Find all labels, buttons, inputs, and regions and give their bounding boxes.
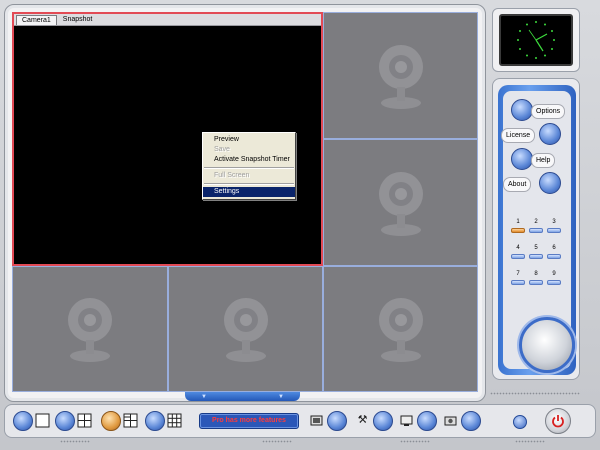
menu-item-full-screen[interactable]: Full Screen	[203, 171, 295, 181]
bottom-toolbar: Pro has more features ⚒	[4, 404, 596, 438]
monitor-icon	[400, 415, 413, 426]
license-button[interactable]	[539, 123, 561, 145]
power-icon	[552, 415, 564, 428]
camera-select-7[interactable]	[511, 280, 525, 285]
snapshot-button[interactable]	[461, 411, 481, 431]
menu-item-save[interactable]: Save	[203, 145, 295, 155]
clock-face-icon	[517, 21, 555, 59]
camera-view-6[interactable]	[323, 266, 478, 392]
camera-select-6[interactable]	[547, 254, 561, 259]
menu-item-settings[interactable]: Settings	[203, 187, 295, 197]
menu-separator	[204, 183, 294, 185]
app-window: Camera1 Snapshot Preview Save Activate Sna…	[0, 0, 600, 450]
camera-number-label: 2	[534, 219, 538, 225]
webcam-icon	[68, 298, 112, 362]
camera-select-2[interactable]	[529, 228, 543, 233]
camera-number-label: 9	[552, 271, 556, 277]
camera-number-label: 1	[516, 219, 520, 225]
pull-tab-handle[interactable]: ▼ ▼	[185, 392, 300, 401]
webcam-icon	[223, 298, 268, 362]
help-button[interactable]	[511, 148, 533, 170]
camera-view-5[interactable]	[168, 266, 323, 392]
layout-2x2-alt-icon	[123, 413, 138, 428]
main-capture-button[interactable]	[519, 317, 575, 373]
camera-view-3[interactable]	[323, 139, 478, 266]
layout-1x1-button[interactable]	[13, 411, 33, 431]
camera-number-label: 7	[516, 271, 520, 277]
layout-2x2-icon	[77, 413, 92, 428]
analog-clock	[499, 14, 573, 66]
camera-view-2[interactable]	[323, 12, 478, 139]
tools-button[interactable]	[373, 411, 393, 431]
camera-number-label: 8	[534, 271, 538, 277]
camera-number-label: 4	[516, 245, 520, 251]
camera-select-8[interactable]	[529, 280, 543, 285]
control-panel: Options License Help About 1 2 3 4 5 6 7 8 9	[492, 78, 580, 380]
power-button[interactable]	[545, 408, 571, 434]
camera-view-4[interactable]	[12, 266, 168, 392]
camera-number-label: 3	[552, 219, 556, 225]
webcam-icon	[378, 44, 423, 109]
webcam-icon	[378, 298, 423, 362]
layout-1x1-icon	[35, 413, 50, 428]
pro-upgrade-banner[interactable]: Pro has more features	[199, 413, 299, 429]
chevron-down-icon: ▼	[278, 393, 284, 400]
context-menu: Preview Save Activate Snapshot Timer Full S…	[202, 132, 296, 200]
webcam-icon	[378, 171, 423, 236]
tools-icon: ⚒	[357, 414, 368, 426]
pro-upgrade-label: Pro has more features	[212, 417, 286, 424]
camera-select-5[interactable]	[529, 254, 543, 259]
layout-mixed-button[interactable]	[101, 411, 121, 431]
tab-camera1[interactable]: Camera1	[16, 15, 57, 25]
camera-view-main[interactable]: Camera1 Snapshot Preview Save Activate Sna…	[12, 12, 323, 266]
about-label[interactable]: About	[503, 177, 532, 192]
clock-panel	[492, 8, 580, 72]
camera-number-label: 6	[552, 245, 556, 251]
layout-3x3-button[interactable]	[145, 411, 165, 431]
menu-separator	[204, 167, 294, 169]
monitor-button[interactable]	[417, 411, 437, 431]
camera-number-label: 5	[534, 245, 538, 251]
options-label[interactable]: Options	[531, 104, 566, 119]
help-label[interactable]: Help	[531, 153, 556, 168]
about-button[interactable]	[539, 172, 561, 194]
camera-tab-bar: Camera1 Snapshot	[14, 14, 321, 26]
camera-select-9[interactable]	[547, 280, 561, 285]
chevron-down-icon: ▼	[201, 393, 207, 400]
record-icon	[310, 415, 323, 426]
tab-snapshot[interactable]: Snapshot	[58, 14, 98, 25]
options-button[interactable]	[511, 99, 533, 121]
camera-select-4[interactable]	[511, 254, 525, 259]
menu-item-activate-snapshot-timer[interactable]: Activate Snapshot Timer	[203, 155, 295, 165]
minimize-button[interactable]	[513, 415, 527, 429]
snapshot-icon	[444, 416, 457, 426]
camera-grid: Camera1 Snapshot Preview Save Activate Sna…	[12, 12, 478, 392]
camera-select-3[interactable]	[547, 228, 561, 233]
camera-select-1[interactable]	[511, 228, 525, 233]
layout-2x2-button[interactable]	[55, 411, 75, 431]
record-button[interactable]	[327, 411, 347, 431]
menu-item-preview[interactable]: Preview	[203, 135, 295, 145]
layout-3x3-icon	[167, 413, 182, 428]
license-label[interactable]: License	[501, 128, 536, 143]
